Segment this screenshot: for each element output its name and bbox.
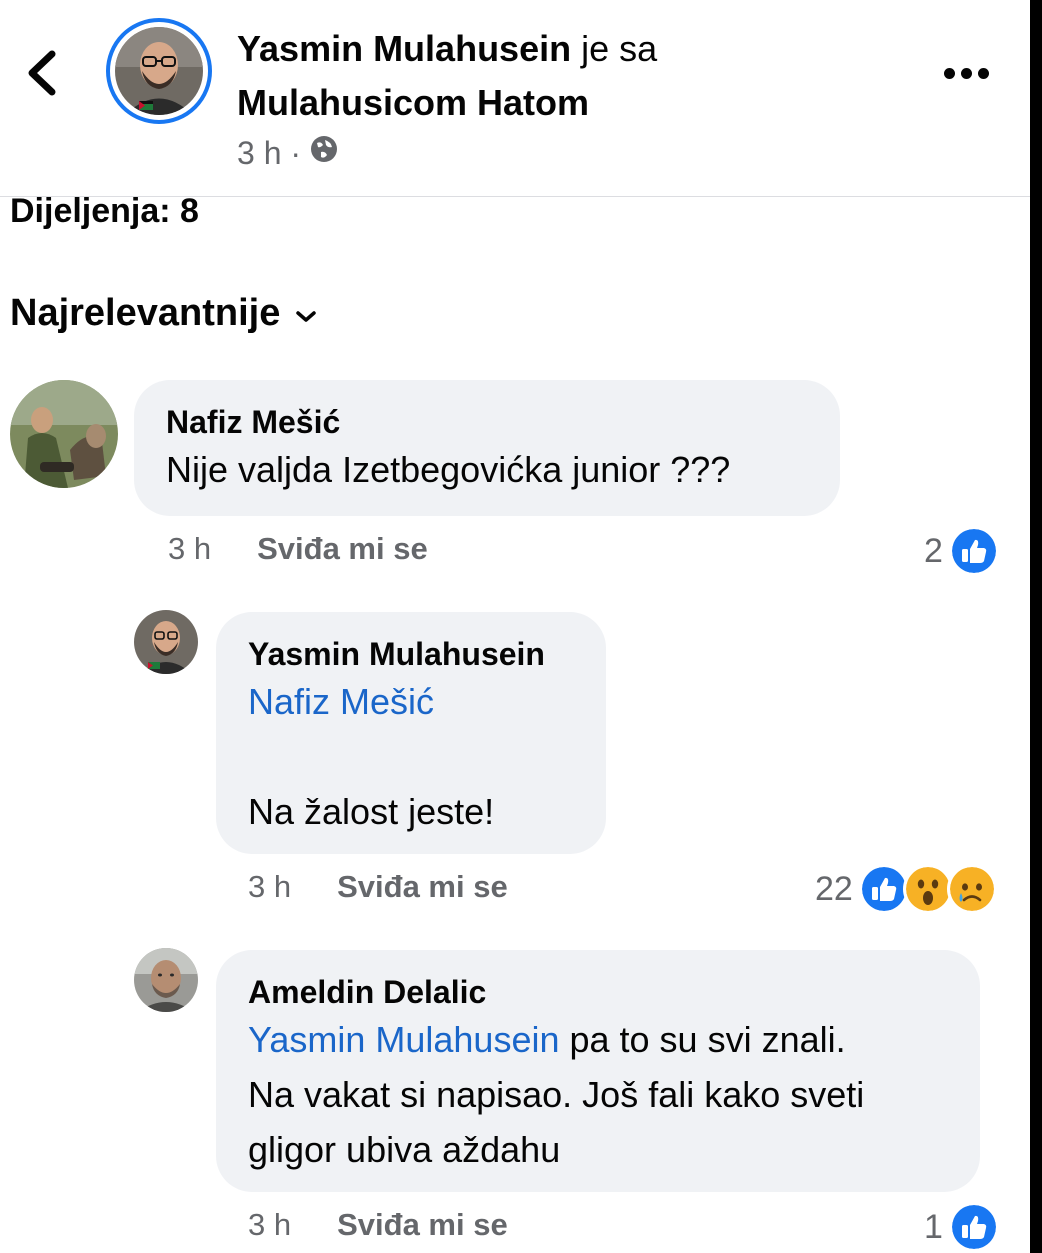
avatar[interactable] [134, 948, 198, 1012]
avatar[interactable] [134, 610, 198, 674]
comment-text-line: Na vakat si napisao. Još fali kako sveti [248, 1074, 865, 1115]
comment-author[interactable]: Nafiz Mešić [166, 402, 840, 442]
post-time: 3 h · [237, 134, 302, 171]
reaction-count: 1 [924, 1207, 943, 1246]
like-icon [858, 864, 909, 914]
comment-author[interactable]: Yasmin Mulahusein [248, 634, 606, 674]
comment-actions: 3 h Sviđa mi se [248, 1207, 508, 1243]
sad-icon [946, 864, 997, 914]
header-avatar[interactable] [106, 18, 212, 124]
comment-text: Na žalost jeste! [248, 791, 495, 832]
post-title: Yasmin Mulahusein je sa Mulahusicom Hato… [237, 22, 877, 130]
like-button[interactable]: Sviđa mi se [257, 531, 428, 567]
comment-text-line: pa to su svi znali. [559, 1019, 846, 1060]
mention-link[interactable]: Nafiz Mešić [248, 674, 606, 729]
comment-time: 3 h [168, 531, 212, 566]
like-button[interactable]: Sviđa mi se [337, 869, 508, 905]
screen-edge [1030, 0, 1042, 1253]
reaction-summary[interactable]: 22 [815, 864, 997, 914]
back-icon[interactable] [22, 48, 66, 98]
comment-text-line: gligor ubiva aždahu [248, 1129, 561, 1170]
chevron-down-icon [294, 292, 318, 335]
sort-dropdown[interactable]: Najrelevantnije [10, 292, 318, 335]
post-header: Yasmin Mulahusein je sa Mulahusicom Hato… [0, 0, 1030, 197]
comment-actions: 3 h Sviđa mi se [248, 869, 508, 905]
like-icon [948, 526, 999, 576]
avatar[interactable] [10, 380, 118, 488]
comment-bubble[interactable]: Ameldin Delalic Yasmin Mulahusein pa to … [216, 950, 980, 1192]
comment-bubble[interactable]: Nafiz Mešić Nije valjda Izetbegovićka ju… [134, 380, 840, 516]
like-icon [948, 1202, 999, 1252]
like-button[interactable]: Sviđa mi se [337, 1207, 508, 1243]
comment-actions: 3 h Sviđa mi se [168, 531, 428, 567]
mention-link[interactable]: Yasmin Mulahusein [248, 1019, 559, 1060]
with-text: je sa [581, 28, 658, 69]
shares-count[interactable]: Dijeljenja: 8 [10, 192, 199, 231]
comment-time: 3 h [248, 869, 292, 904]
reaction-summary[interactable]: 2 [924, 526, 999, 576]
sort-label: Najrelevantnije [10, 292, 281, 334]
comment-time: 3 h [248, 1207, 292, 1242]
post-meta: 3 h · [237, 134, 339, 172]
reaction-summary[interactable]: 1 [924, 1202, 999, 1252]
reaction-count: 2 [924, 531, 943, 570]
wow-icon [902, 864, 953, 914]
comment-bubble[interactable]: Yasmin Mulahusein Nafiz Mešić Na žalost … [216, 612, 606, 854]
globe-icon [309, 134, 339, 172]
comment-text: Yasmin Mulahusein pa to su svi znali. [248, 1012, 980, 1067]
post-author-name[interactable]: Yasmin Mulahusein [237, 28, 571, 69]
comment-author[interactable]: Ameldin Delalic [248, 972, 980, 1012]
reaction-count: 22 [815, 869, 853, 908]
tagged-name[interactable]: Mulahusicom Hatom [237, 82, 589, 123]
more-options-icon[interactable] [938, 56, 994, 90]
comment-text: Nije valjda Izetbegovićka junior ??? [166, 449, 731, 490]
